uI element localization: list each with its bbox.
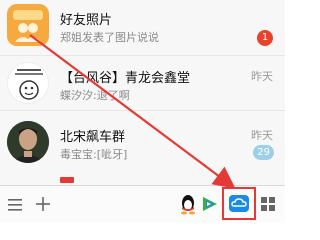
conversation-time: 昨天 bbox=[251, 70, 273, 83]
plus-icon[interactable] bbox=[35, 196, 51, 212]
bottom-toolbar bbox=[0, 185, 285, 223]
photo-folder-icon bbox=[7, 4, 49, 46]
group-sticker-avatar bbox=[7, 62, 49, 104]
conversation-item[interactable]: 【台风谷】青龙会鑫堂 昨天 蝶汐汐:退了啊 bbox=[0, 55, 285, 111]
conversation-title: 【台风谷】青龙会鑫堂 bbox=[60, 71, 191, 86]
unread-badge: 1 bbox=[257, 30, 273, 46]
conversation-item[interactable]: 北宋飙车群 昨天 毒宝宝:[呲牙] 29 bbox=[0, 111, 285, 173]
conversation-preview: 蝶汐汐:退了啊 bbox=[60, 89, 130, 102]
hamburger-menu-icon[interactable] bbox=[7, 197, 23, 211]
tencent-video-icon[interactable] bbox=[201, 195, 219, 213]
weiyun-cloud-icon[interactable] bbox=[222, 187, 256, 220]
conversation-list: 好友照片 郑姐发表了图片说说 1 【台风谷】青龙会鑫堂 昨天 蝶汐汐:退了啊 北… bbox=[0, 0, 285, 185]
conversation-preview: 郑姐发表了图片说说 bbox=[60, 31, 159, 44]
unread-badge: 29 bbox=[253, 145, 274, 160]
conversation-title: 北宋飙车群 bbox=[60, 130, 126, 145]
qq-penguin-icon[interactable] bbox=[178, 193, 198, 215]
conversation-item[interactable]: 好友照片 郑姐发表了图片说说 1 bbox=[0, 0, 285, 55]
conversation-title: 好友照片 bbox=[60, 13, 113, 28]
portrait-avatar bbox=[7, 121, 49, 163]
title-fragment bbox=[60, 177, 74, 183]
conversation-time: 昨天 bbox=[251, 129, 273, 142]
app-grid-icon[interactable] bbox=[260, 196, 276, 212]
conversation-item[interactable] bbox=[0, 173, 285, 185]
conversation-preview: 毒宝宝:[呲牙] bbox=[60, 148, 128, 161]
